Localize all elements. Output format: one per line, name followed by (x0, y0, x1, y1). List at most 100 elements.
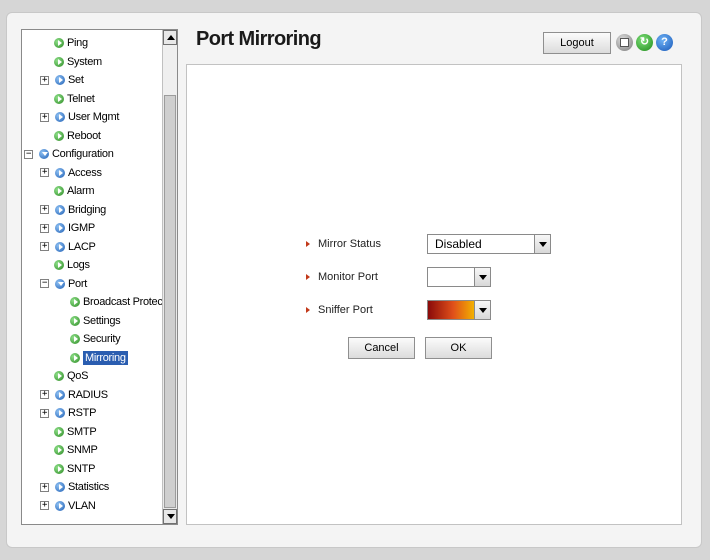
tree-item-label: System (67, 55, 102, 68)
tree-item-rstp[interactable]: + RSTP (40, 404, 96, 422)
tree-item-mirroring[interactable]: Mirroring (70, 349, 128, 367)
save-icon[interactable] (616, 34, 633, 51)
folder-node-icon (55, 167, 65, 178)
tree-item-snmp[interactable]: SNMP (54, 441, 98, 459)
tree-item-smtp[interactable]: SMTP (54, 423, 97, 441)
tree-item-label: LACP (68, 240, 96, 253)
folder-node-icon (55, 408, 65, 418)
expand-icon[interactable]: + (40, 390, 49, 399)
tree-item-label: Mirroring (83, 350, 128, 365)
tree-item-label: RSTP (68, 407, 97, 419)
expand-icon[interactable]: + (40, 501, 49, 510)
scrollbar-track[interactable] (163, 45, 177, 95)
expand-icon[interactable]: + (40, 168, 49, 177)
tree-item-ping[interactable]: Ping (54, 34, 88, 52)
tree-item-label: SNTP (67, 462, 96, 475)
tree-item-vlan[interactable]: + VLAN (40, 497, 96, 515)
tree-item-label: Alarm (67, 185, 95, 197)
tree-item-broadcast-protect[interactable]: Broadcast Protect (70, 293, 163, 311)
logout-button[interactable]: Logout (543, 32, 611, 54)
tree-item-bridging[interactable]: + Bridging (40, 201, 106, 219)
tree-item-igmp[interactable]: + IGMP (40, 219, 95, 237)
tree-item-qos[interactable]: QoS (54, 367, 88, 385)
sniffer-port-color-swatch (428, 301, 474, 319)
expand-icon[interactable]: + (40, 112, 49, 122)
monitor-port-select[interactable] (427, 267, 491, 287)
page-node-icon (54, 38, 64, 48)
folder-node-icon (55, 389, 65, 400)
expand-icon[interactable]: + (40, 205, 49, 214)
page-node-icon (54, 130, 64, 141)
tree-item-label: Statistics (68, 481, 110, 493)
mirror-status-select[interactable]: Disabled (427, 234, 551, 254)
tree-item-system[interactable]: System (54, 53, 102, 71)
tree-item-label: Logs (67, 259, 90, 271)
tree-item-label: Broadcast Protect (83, 296, 163, 308)
tree-item-settings[interactable]: Settings (70, 312, 121, 330)
nav-tree-panel: Ping System + Set Telnet + User Mgmt Reboot − Con… (21, 29, 178, 525)
page-node-icon (54, 426, 64, 437)
page-node-icon (54, 186, 64, 196)
tree-item-label: Port (68, 277, 87, 290)
tree-item-port[interactable]: − Port (40, 275, 87, 293)
tree-item-configuration[interactable]: − Configuration (24, 145, 114, 163)
tree-item-label: Reboot (67, 129, 101, 142)
monitor-port-label: Monitor Port (306, 269, 378, 285)
page-title: Port Mirroring (196, 28, 322, 50)
folder-node-icon (39, 149, 49, 159)
tree-item-alarm[interactable]: Alarm (54, 182, 95, 200)
page-node-icon (54, 371, 64, 381)
tree-item-label: QoS (67, 370, 89, 382)
tree-item-label: User Mgmt (68, 111, 120, 123)
tree-item-radius[interactable]: + RADIUS (40, 386, 108, 404)
expand-icon[interactable]: + (40, 408, 49, 418)
folder-node-icon (55, 500, 65, 511)
tree-item-sntp[interactable]: SNTP (54, 460, 95, 478)
arrow-marker-icon (306, 274, 310, 280)
expand-icon[interactable]: + (40, 75, 49, 85)
tree-item-label: Bridging (68, 203, 106, 216)
nav-tree-scrollbar[interactable] (162, 30, 177, 524)
scrollbar-thumb[interactable] (164, 95, 176, 508)
tree-item-label: Telnet (67, 92, 95, 105)
tree-item-label: SMTP (67, 425, 97, 438)
expand-icon[interactable]: + (40, 242, 49, 251)
page-node-icon (70, 352, 80, 363)
chevron-down-icon[interactable] (474, 301, 490, 319)
content-panel (186, 64, 682, 525)
page-node-icon (54, 260, 64, 270)
folder-node-icon (55, 112, 65, 122)
tree-item-access[interactable]: + Access (40, 164, 102, 182)
tree-item-label: RADIUS (68, 388, 108, 401)
tree-item-label: VLAN (68, 499, 96, 512)
scroll-up-button[interactable] (163, 30, 177, 45)
expand-icon[interactable]: + (40, 482, 49, 492)
cancel-button[interactable]: Cancel (348, 337, 415, 359)
refresh-icon[interactable]: ↻ (636, 34, 653, 51)
tree-item-label: Security (83, 333, 121, 345)
tree-item-label: IGMP (68, 222, 95, 234)
expand-icon[interactable]: + (40, 223, 49, 233)
tree-item-label: Access (68, 166, 102, 179)
ok-button[interactable]: OK (425, 337, 492, 359)
help-icon[interactable]: ? (656, 34, 673, 51)
tree-item-user-mgmt[interactable]: + User Mgmt (40, 108, 119, 126)
tree-item-telnet[interactable]: Telnet (54, 90, 95, 108)
tree-item-reboot[interactable]: Reboot (54, 127, 101, 145)
chevron-down-icon[interactable] (474, 268, 490, 286)
tree-item-set[interactable]: + Set (40, 71, 84, 89)
sniffer-port-select[interactable] (427, 300, 491, 320)
collapse-icon[interactable]: − (40, 279, 49, 288)
tree-item-security[interactable]: Security (70, 330, 121, 348)
mirror-status-label-text: Mirror Status (318, 238, 381, 250)
chevron-down-icon[interactable] (534, 235, 550, 253)
page-node-icon (54, 93, 64, 104)
collapse-icon[interactable]: − (24, 149, 33, 159)
tree-item-statistics[interactable]: + Statistics (40, 478, 109, 496)
scroll-down-button[interactable] (163, 509, 177, 524)
tree-item-logs[interactable]: Logs (54, 256, 90, 274)
page-node-icon (70, 315, 80, 326)
tree-item-label: Ping (67, 37, 88, 49)
tree-item-lacp[interactable]: + LACP (40, 238, 96, 256)
page-node-icon (54, 463, 64, 474)
